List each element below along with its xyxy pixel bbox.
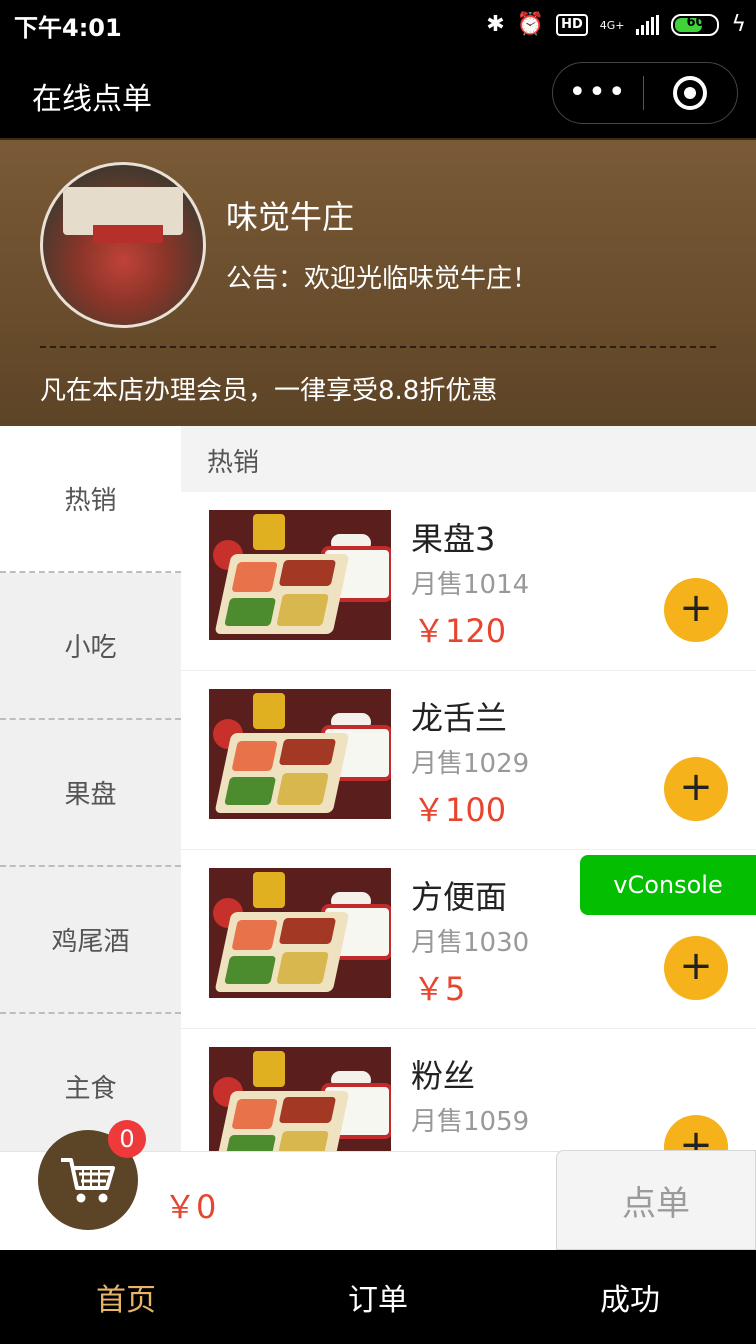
status-icons: ✱ ⏰ HD 4G+ 60 ϟ bbox=[486, 10, 746, 40]
add-to-cart-button[interactable]: + bbox=[664, 578, 728, 642]
product-item[interactable]: 果盘3 月售1014 ￥120 + bbox=[181, 492, 756, 671]
product-image bbox=[209, 689, 391, 819]
tab-home[interactable]: 首页 bbox=[0, 1250, 252, 1344]
network-type: 4G+ bbox=[599, 18, 625, 32]
shop-name: 味觉牛庄 bbox=[226, 198, 355, 236]
order-button[interactable]: 点单 bbox=[556, 1150, 756, 1250]
category-fruit[interactable]: 果盘 bbox=[0, 720, 181, 867]
product-name: 果盘3 bbox=[411, 520, 496, 558]
product-price: ￥5 bbox=[413, 970, 466, 1008]
charging-icon: ϟ bbox=[731, 12, 746, 37]
product-sales: 月售1029 bbox=[411, 749, 530, 779]
product-name: 粉丝 bbox=[411, 1057, 476, 1095]
page-title: 在线点单 bbox=[32, 82, 152, 117]
tab-success[interactable]: 成功 bbox=[504, 1250, 756, 1344]
add-to-cart-button[interactable]: + bbox=[664, 1115, 728, 1151]
vconsole-button[interactable]: vConsole bbox=[580, 855, 756, 915]
category-snack[interactable]: 小吃 bbox=[0, 573, 181, 720]
category-hot[interactable]: 热销 bbox=[0, 426, 181, 573]
cart-total: ￥0 bbox=[164, 1188, 217, 1226]
cart-count-badge: 0 bbox=[108, 1120, 146, 1158]
record-icon bbox=[673, 76, 707, 110]
close-button[interactable] bbox=[644, 76, 736, 110]
nav-bar: 在线点单 ••• bbox=[0, 50, 756, 138]
product-sales: 月售1030 bbox=[411, 928, 530, 958]
tab-bar: 首页 订单 成功 bbox=[0, 1250, 756, 1344]
alarm-icon: ⏰ bbox=[516, 12, 545, 37]
status-time: 下午4:01 bbox=[14, 14, 122, 42]
battery-level: 60 bbox=[686, 15, 705, 30]
add-to-cart-button[interactable]: + bbox=[664, 757, 728, 821]
bluetooth-icon: ✱ bbox=[486, 12, 505, 37]
category-sidebar: 热销 小吃 果盘 鸡尾酒 主食 bbox=[0, 426, 181, 1161]
product-image bbox=[209, 868, 391, 998]
more-dots-icon[interactable]: ••• bbox=[553, 63, 643, 123]
shop-avatar bbox=[40, 162, 206, 328]
promo-text: 凡在本店办理会员，一律享受8.8折优惠 bbox=[40, 376, 498, 406]
tab-orders[interactable]: 订单 bbox=[252, 1250, 504, 1344]
menu-capsule: ••• bbox=[552, 62, 738, 124]
product-sales: 月售1059 bbox=[411, 1107, 530, 1137]
divider bbox=[40, 346, 716, 348]
category-cocktail[interactable]: 鸡尾酒 bbox=[0, 867, 181, 1014]
shopping-cart-icon bbox=[61, 1158, 115, 1203]
signal-icon bbox=[636, 15, 660, 35]
add-to-cart-button[interactable]: + bbox=[664, 936, 728, 1000]
product-sales: 月售1014 bbox=[411, 570, 530, 600]
product-price: ￥100 bbox=[413, 791, 507, 829]
product-name: 方便面 bbox=[411, 878, 508, 916]
product-price: ￥120 bbox=[413, 612, 507, 650]
product-item[interactable]: 龙舌兰 月售1029 ￥100 + bbox=[181, 671, 756, 850]
battery-icon: 60 bbox=[671, 14, 720, 36]
section-header: 热销 bbox=[181, 426, 756, 492]
product-name: 龙舌兰 bbox=[411, 699, 508, 737]
status-bar: 下午4:01 ✱ ⏰ HD 4G+ 60 ϟ bbox=[0, 0, 756, 50]
product-item[interactable]: 粉丝 月售1059 + bbox=[181, 1029, 756, 1152]
hd-icon: HD bbox=[556, 14, 588, 36]
product-image bbox=[209, 1047, 391, 1151]
section-title: 热销 bbox=[207, 448, 260, 478]
product-image bbox=[209, 510, 391, 640]
shop-header: 味觉牛庄 公告：欢迎光临味觉牛庄！ 凡在本店办理会员，一律享受8.8折优惠 bbox=[0, 138, 756, 428]
shop-notice: 公告：欢迎光临味觉牛庄！ bbox=[226, 264, 539, 294]
